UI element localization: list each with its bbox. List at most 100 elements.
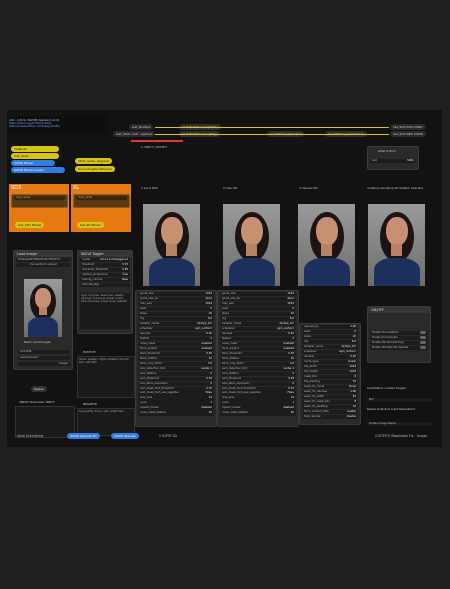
detailer2-row[interactable]: sampler_name dpmpp_2m [220, 321, 296, 326]
size-row[interactable]: 512x448 [18, 349, 70, 354]
get-sdxl-clip-node[interactable]: Get_SDXL CLIP [113, 131, 142, 137]
load-image-file-row[interactable]: 0c6aae2807368a3fa4b35d0073... [16, 257, 70, 262]
wd14-row-char-threshold[interactable]: character_threshold 0.85 [80, 267, 130, 272]
ultimate-row[interactable]: seam_fix_mask_blur 8 [302, 399, 358, 404]
toggle-switch-icon[interactable] [420, 335, 426, 339]
detailer2-row[interactable]: cfg 8.0 [220, 316, 296, 321]
detailer1-row[interactable]: noise_mask enabled [138, 341, 214, 346]
detailer1-row[interactable]: force_inpaint enabled [138, 346, 214, 351]
wd14-row-model[interactable]: model wd-v1-4-vit-tagger-v2 [80, 257, 130, 262]
detailer1-row[interactable]: bbox_dilation 10 [138, 356, 214, 361]
detailer2-row[interactable]: bbox_dilation 10 [220, 356, 296, 361]
what-is-this-node[interactable]: What is this? sdxl SDXL [367, 146, 419, 170]
xl-ckpt-row[interactable]: ckpt_name [76, 195, 127, 200]
detailer1-row[interactable]: cfg 8.0 [138, 316, 214, 321]
detailer1-row[interactable]: scheduler sgm_uniform [138, 326, 214, 331]
detailer2-row[interactable]: sam_dilation 0 [220, 371, 296, 376]
toggle-switch-icon[interactable] [420, 331, 426, 334]
detailer2-row[interactable]: noise_mask enabled [220, 341, 296, 346]
on-off-toggle-row[interactable]: Enable Hands Inpainting [370, 340, 428, 346]
ultimate-row[interactable]: mode_type Linear [302, 359, 358, 364]
wd14-row-trailing-comma[interactable]: trailing_comma false [80, 277, 130, 282]
sd3-loader-node[interactable]: ckpt_name [11, 194, 68, 208]
get-positive-node[interactable]: Get_Positive [129, 124, 154, 130]
detailer1-row[interactable]: denoise 0.50 [138, 331, 214, 336]
node-graph-canvas[interactable]: LSD - Info to 3GPUB Upscale [1.6.4] http… [7, 110, 442, 447]
detailer1-row[interactable]: guide_size_for bbox [138, 296, 214, 301]
ultimate-row[interactable]: denoise 0.20 [302, 354, 358, 359]
ultimate-row[interactable]: seed 0 [302, 329, 358, 334]
sd3-ckpt-row[interactable]: ckpt_name [14, 195, 65, 200]
detailer2-row[interactable]: max_size 1024 [220, 301, 296, 306]
wd14-row-replace-underscore[interactable]: replace_underscore true [80, 272, 130, 277]
detailer2-row[interactable]: noise_mask_feather 20 [220, 411, 296, 416]
xl-set-model-pill[interactable]: Set_SD Model [77, 222, 104, 228]
supir-upscale-fix-button[interactable]: SUPIR Upscale Fix [67, 433, 100, 439]
detailer1-row[interactable]: cycle 1 [138, 401, 214, 406]
what-is-this-row[interactable]: sdxl SDXL [370, 159, 416, 164]
detailer2-row[interactable]: sam_bbox_expansion 0 [220, 381, 296, 386]
on-off-node[interactable]: ON/OFF Enable Face Detailer Enable 2nd Up… [367, 306, 431, 363]
detailer2-row[interactable]: seed 0 [220, 306, 296, 311]
ultimate-upscale-node[interactable]: upscale_by 2.00 seed 0 steps 20 cfg 8.0 sampler_… [299, 323, 361, 425]
detailer2-row[interactable]: denoise 0.50 [220, 331, 296, 336]
detailer2-row[interactable]: sam_mask_hint_use_negative False [220, 391, 296, 396]
on-off-toggle-row[interactable]: Enable Face Detailer [370, 331, 428, 336]
resize-button[interactable]: Resize [31, 386, 47, 392]
detailer2-row[interactable]: sam_detection_hint center-1 [220, 366, 296, 371]
ultimate-row[interactable]: mask_blur 8 [302, 374, 358, 379]
set-sd3-neg-node[interactable]: Set_SD3 NEG COND [390, 131, 426, 137]
detailer1-row[interactable]: steps 20 [138, 311, 214, 316]
detailer1-row[interactable]: bbox_crop_factor 3.0 [138, 361, 214, 366]
save-everything-node[interactable]: Save Everything [17, 432, 43, 440]
load-image-node[interactable]: Load Image 0c6aae2807368a3fa4b35d0073...… [13, 250, 73, 370]
sd3-get-model-pill[interactable]: Get_SD3 Model [15, 222, 44, 228]
positive-prompt-box[interactable]: photo, realistic, highly detailed, smoot… [77, 356, 135, 398]
wd14-row-threshold[interactable]: threshold 0.35 [80, 262, 130, 267]
on-off-toggle-row[interactable]: Enable Ultimate SD Upscale [370, 345, 428, 351]
ultimate-row[interactable]: cfg 8.0 [302, 339, 358, 344]
resize-select[interactable]: Enable Image Resize [367, 421, 433, 426]
toggle-switch-icon[interactable] [420, 340, 426, 344]
header-note-link-2[interactable]: https://lowdeval7tec.com/designdrafts/ [9, 125, 107, 128]
detailer2-row[interactable]: steps 20 [220, 311, 296, 316]
detailer1-row[interactable]: sam_detection_hint center-1 [138, 366, 214, 371]
detailer1-row[interactable]: sam_mask_hint_use_negative False [138, 391, 214, 396]
ultimate-row[interactable]: tiled_decode disable [302, 414, 358, 419]
face-detailer-node-1[interactable]: guide_size 1024 guide_size_for bbox max_size… [135, 290, 217, 427]
detailer1-row[interactable]: feather 5 [138, 336, 214, 341]
detailer2-row[interactable]: sam_threshold 0.93 [220, 376, 296, 381]
detailer1-row[interactable]: noise_mask_feather 20 [138, 411, 214, 416]
setnode-pill[interactable]: SetNode [11, 146, 59, 152]
detailer1-row[interactable]: sam_threshold 0.93 [138, 376, 214, 381]
detailer2-row[interactable]: inpaint_model disabled [220, 406, 296, 411]
toggle-switch-icon[interactable] [420, 345, 426, 349]
sdxl-auto-pill[interactable]: SDXL (auto, clipped) [75, 158, 112, 164]
face-detailer-node-2[interactable]: guide_size 1024 guide_size_for bbox max_size… [217, 290, 299, 427]
detailer2-row[interactable]: cycle 1 [220, 401, 296, 406]
detailer1-row[interactable]: sampler_name dpmpp_2m [138, 321, 214, 326]
ultimate-row[interactable]: seam_fix_padding 16 [302, 404, 358, 409]
supir-upscale-button[interactable]: SUPIR Upscale [111, 433, 139, 439]
detailer1-row[interactable]: sam_mask_hint_threshold 0.70 [138, 386, 214, 391]
load-image-upload-row[interactable]: choose file to upload [16, 262, 70, 267]
ultimate-row[interactable]: scheduler sgm_uniform [302, 349, 358, 354]
detailer1-row[interactable]: seed 0 [138, 306, 214, 311]
detailer1-row[interactable]: inpaint_model disabled [138, 406, 214, 411]
detailer2-row[interactable]: scheduler sgm_uniform [220, 326, 296, 331]
supir-model-loader-pill[interactable]: SUPIR Model Loader [11, 167, 65, 173]
ultimate-row[interactable]: force_uniform_tiles enable [302, 409, 358, 414]
detailer1-row[interactable]: max_size 1024 [138, 301, 214, 306]
ultimate-row[interactable]: sampler_name dpmpp_2m [302, 344, 358, 349]
detailer1-row[interactable]: bbox_threshold 0.50 [138, 351, 214, 356]
wd14-tagger-node[interactable]: WD14 Tagger model wd-v1-4-vit-tagger-v2 t… [77, 250, 133, 334]
detailer2-row[interactable]: guide_size 1024 [220, 291, 296, 296]
scale-mode-row[interactable]: nearest-exact [18, 355, 70, 360]
grounding-dino-pill[interactable]: GroundingDinoModel ▸ [75, 166, 116, 172]
detailer1-row[interactable]: sam_bbox_expansion 0 [138, 381, 214, 386]
ultimate-row[interactable]: tile_height 1024 [302, 369, 358, 374]
detailer1-row[interactable]: guide_size 1024 [138, 291, 214, 296]
detailer1-row[interactable]: sam_dilation 0 [138, 371, 214, 376]
detailer1-row[interactable]: drop_size 10 [138, 396, 214, 401]
detailer2-row[interactable]: sam_mask_hint_threshold 0.70 [220, 386, 296, 391]
